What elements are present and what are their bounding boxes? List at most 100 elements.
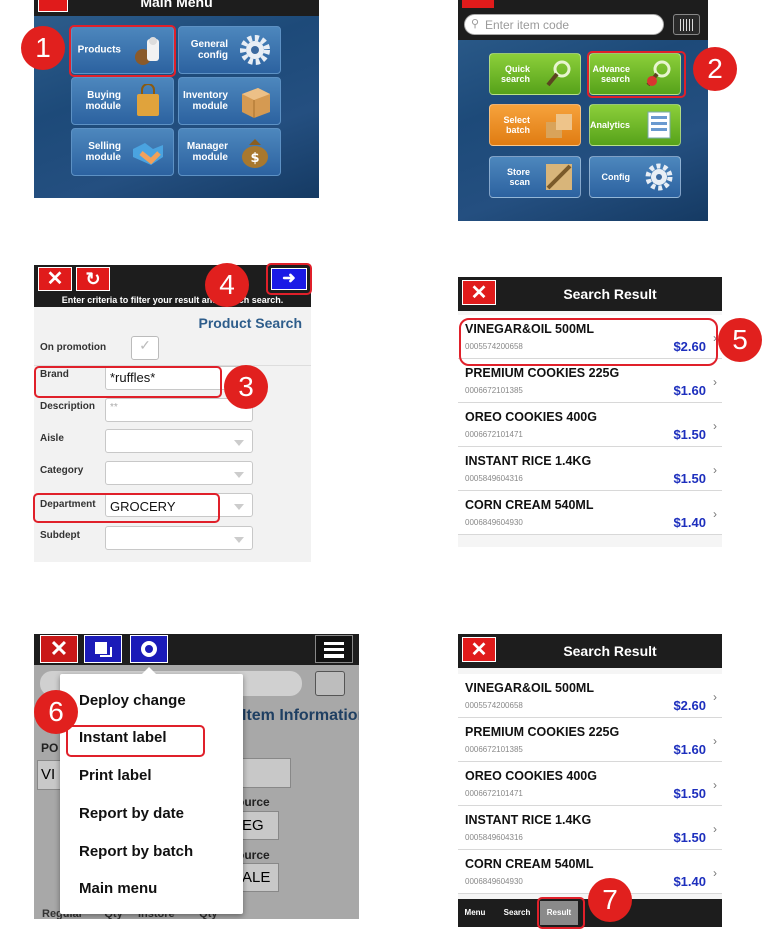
highlight-instant-label: [66, 725, 205, 757]
item-price: $2.60: [673, 698, 706, 713]
highlight-department: [33, 493, 220, 523]
step-badge-1: 1: [21, 26, 65, 70]
item-information-panel: ✕ Item Information PO VI ource EG ource …: [34, 634, 359, 919]
analytics-tile[interactable]: Analytics: [589, 104, 681, 146]
settings-button[interactable]: [130, 635, 168, 663]
item-code-search[interactable]: ⚲ Enter item code: [464, 14, 664, 35]
bg-field-vi-text: VI: [41, 766, 56, 783]
reset-button[interactable]: ↻: [76, 267, 110, 291]
chevron-down-icon: [234, 504, 244, 510]
step-badge-2: 2: [693, 47, 737, 91]
step-badge-7: 7: [588, 878, 632, 922]
bg-title: Item Information: [242, 707, 359, 724]
item-name: INSTANT RICE 1.4KG: [465, 813, 592, 827]
copy-button[interactable]: [84, 635, 122, 663]
chevron-right-icon: ›: [713, 375, 717, 389]
item-name: OREO COOKIES 400G: [465, 769, 597, 783]
general-config-label: General config: [190, 39, 228, 61]
general-config-tile[interactable]: General config: [178, 26, 281, 74]
arrow-right-icon: ➜: [271, 268, 307, 290]
tab-search[interactable]: Search: [498, 899, 536, 927]
manager-module-tile[interactable]: Manager module $: [178, 128, 281, 176]
config-label: Config: [601, 172, 631, 182]
buying-module-tile[interactable]: Buying module: [71, 77, 174, 125]
step-badge-4: 4: [205, 263, 249, 307]
handshake-icon: [131, 135, 165, 169]
chevron-right-icon: ›: [713, 778, 717, 792]
item-code: 0006849604930: [465, 518, 523, 527]
aisle-select[interactable]: [105, 429, 253, 453]
back-icon[interactable]: [462, 0, 494, 8]
analytics-icon: [644, 110, 674, 140]
next-button[interactable]: ➜: [266, 263, 312, 295]
list-item[interactable]: VINEGAR&OIL 500ML 0005574200658 $2.60 ›: [458, 674, 722, 718]
buying-module-label: Buying module: [85, 90, 121, 112]
selling-module-label: Selling module: [85, 141, 121, 163]
close-button[interactable]: ✕: [38, 267, 72, 291]
store-scan-label: Store scan: [506, 167, 530, 187]
products-header: ⚲ Enter item code: [458, 0, 708, 40]
inventory-module-tile[interactable]: Inventory module: [178, 77, 281, 125]
list-item[interactable]: CORN CREAM 540ML 0006849604930 $1.40 ›: [458, 850, 722, 894]
item-name: CORN CREAM 540ML: [465, 857, 594, 871]
category-select[interactable]: [105, 461, 253, 485]
step-badge-5: 5: [718, 318, 762, 362]
bg-label-po: PO: [41, 741, 59, 755]
close-button[interactable]: ✕: [40, 635, 78, 663]
list-item[interactable]: INSTANT RICE 1.4KG 0005849604316 $1.50 ›: [458, 806, 722, 850]
highlight-brand: [34, 366, 222, 398]
list-item[interactable]: CORN CREAM 540ML 0006849604930 $1.40 ›: [458, 491, 722, 535]
store-scan-tile[interactable]: Store scan: [489, 156, 581, 198]
item-price: $1.50: [673, 427, 706, 442]
config-tile[interactable]: Config: [589, 156, 681, 198]
chevron-down-icon: [234, 440, 244, 446]
svg-text:$: $: [250, 151, 259, 166]
item-header: ✕: [34, 634, 359, 665]
chevron-right-icon: ›: [713, 419, 717, 433]
list-item[interactable]: OREO COOKIES 400G 0006672101471 $1.50 ›: [458, 403, 722, 447]
selling-module-tile[interactable]: Selling module: [71, 128, 174, 176]
close-button[interactable]: ✕: [462, 637, 496, 662]
dropdown-arrow: [142, 667, 156, 674]
list-item[interactable]: OREO COOKIES 400G 0006672101471 $1.50 ›: [458, 762, 722, 806]
item-price: $1.40: [673, 874, 706, 889]
product-search-title: Product Search: [198, 315, 302, 331]
bg-barcode-button: [315, 671, 345, 696]
hamburger-button[interactable]: [315, 635, 353, 663]
item-name: VINEGAR&OIL 500ML: [465, 681, 594, 695]
highlight-products: [69, 25, 176, 77]
menu-item-main-menu[interactable]: Main menu: [79, 880, 157, 897]
close-button[interactable]: ✕: [462, 280, 496, 305]
menu-item-print-label[interactable]: Print label: [79, 767, 152, 784]
step-badge-3: 3: [224, 365, 268, 409]
product-search-hint: Enter criteria to filter your result and…: [61, 295, 284, 305]
select-batch-tile[interactable]: Select batch: [489, 104, 581, 146]
subdept-select[interactable]: [105, 526, 253, 550]
menu-item-deploy-change[interactable]: Deploy change: [79, 692, 186, 709]
gear-icon: [238, 33, 272, 67]
item-name: PREMIUM COOKIES 225G: [465, 366, 620, 380]
chevron-right-icon: ›: [713, 866, 717, 880]
chevron-right-icon: ›: [713, 822, 717, 836]
analytics-label: Analytics: [589, 120, 630, 130]
gear-icon: [644, 162, 674, 192]
menu-item-report-by-date[interactable]: Report by date: [79, 805, 184, 822]
highlight-result-tab: [537, 897, 585, 929]
select-batch-label: Select batch: [503, 115, 530, 135]
main-menu-header: Main Menu: [34, 0, 319, 16]
item-code: 0006672101471: [465, 430, 523, 439]
tab-menu[interactable]: Menu: [458, 899, 492, 927]
list-item[interactable]: PREMIUM COOKIES 225G 0006672101385 $1.60 ›: [458, 718, 722, 762]
on-promotion-checkbox[interactable]: ✓: [131, 336, 159, 360]
list-item[interactable]: INSTANT RICE 1.4KG 0005849604316 $1.50 ›: [458, 447, 722, 491]
menu-item-report-by-batch[interactable]: Report by batch: [79, 843, 193, 860]
item-code: 0005849604316: [465, 833, 523, 842]
item-name: INSTANT RICE 1.4KG: [465, 454, 592, 468]
item-price: $1.50: [673, 830, 706, 845]
search-result-title: Search Result: [563, 643, 657, 659]
item-name: OREO COOKIES 400G: [465, 410, 597, 424]
money-bag-icon: $: [238, 135, 272, 169]
barcode-scan-button[interactable]: [673, 14, 700, 35]
chevron-right-icon: ›: [713, 734, 717, 748]
quick-search-tile[interactable]: Quick search: [489, 53, 581, 95]
